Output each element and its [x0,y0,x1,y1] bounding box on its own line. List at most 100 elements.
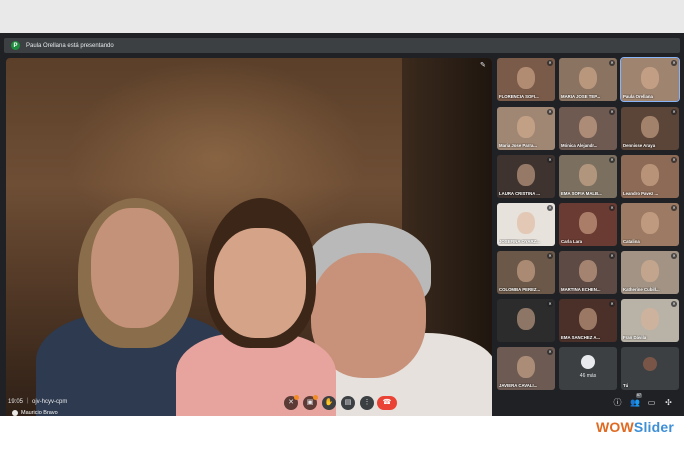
person-woman-face [91,208,179,328]
participant-tile[interactable]: ✕ Maria Jose Parra... [497,107,555,150]
participant-tile[interactable]: ✕ MARTINA ECHEN... [559,251,617,294]
people-button[interactable]: 👥 [630,398,640,407]
presenter-avatar: P [11,41,20,50]
participant-face [517,356,535,378]
mic-muted-icon: ✕ [547,109,553,115]
participant-name: Catalina [623,239,640,244]
participant-name: Dennisse Araya [623,143,656,148]
present-screen-icon: ▤ [344,399,352,406]
mic-muted-icon: ✕ [609,157,615,163]
participant-face [641,308,659,330]
participant-face [641,260,659,282]
participant-name: MARIA JOSE TEP... [561,94,601,99]
mic-muted-icon: ✕ [547,253,553,259]
participant-tile[interactable]: ✕ Catalina [621,203,679,246]
participant-face [517,164,535,186]
participant-face [641,67,659,89]
mic-muted-icon: ✕ [671,205,677,211]
participant-tile[interactable]: ✕ JOSEFINA OYARZ... [497,203,555,246]
participant-tile[interactable]: ✕ MARIA JOSE TEP... [559,58,617,101]
participant-name: EMA SANCHEZ A... [561,335,601,340]
participant-tile[interactable]: ✕ LAURA CRISTINA ... [497,155,555,198]
participant-name: MARTINA ECHEN... [561,287,601,292]
participant-name: Maria Jose Parra... [499,143,537,148]
participant-tile[interactable]: ✕ FLORENCIA SOFI... [497,58,555,101]
participant-tile[interactable]: ✕ COLOMBA PEREZ... [497,251,555,294]
self-avatar [643,357,657,371]
camera-off-icon: ▣ [306,399,314,406]
participant-face [517,212,535,234]
participant-tile[interactable]: ✕ Fran Dávila [621,299,679,342]
participant-tile[interactable]: ✕ Leandro Pavez ... [621,155,679,198]
raise-hand-button[interactable]: ✋ [322,396,336,410]
participant-face [579,212,597,234]
participant-tile[interactable]: ✕ [497,299,555,342]
participant-name: EMA SOFIA MALB... [561,191,602,196]
participant-name: Leandro Pavez ... [623,191,659,196]
mic-muted-icon: ✕ [609,205,615,211]
meeting-code[interactable]: ojv-hcyv-cpm [32,399,67,405]
camera-toggle-button[interactable]: ▣ [303,395,318,410]
participant-name: JAVIERA CAVALI... [499,383,538,388]
hangup-icon: ☎ [382,399,392,406]
participant-name: JOSEFINA OYARZ... [499,239,540,244]
participant-tile[interactable]: ✕ Carla Lara [559,203,617,246]
mic-muted-icon: ✕ [671,253,677,259]
participant-face [641,116,659,138]
present-screen-button[interactable]: ▤ [341,396,355,410]
controls-divider: | [27,398,29,404]
mic-muted-icon: ✕ [671,60,677,66]
participant-face [579,308,597,330]
participant-face [579,260,597,282]
participant-name: Fran Dávila [623,335,647,340]
participant-face [579,116,597,138]
more-participants-tile[interactable]: 46 más [559,347,617,390]
mic-toggle-button[interactable]: ✕ [284,395,299,410]
participant-name: Paula Orellana [623,94,653,99]
participant-tile[interactable]: ✕ Katherine Cubill... [621,251,679,294]
chat-button[interactable]: ▭ [647,398,656,407]
participant-name: LAURA CRISTINA ... [499,191,540,196]
meet-window: P Paula Orellana está presentando ✎ Maur… [0,33,684,420]
mic-muted-icon: ✕ [609,301,615,307]
wowslider-watermark: WOWSlider [596,419,674,435]
more-participants-text: 46 más [579,373,597,379]
participant-name: FLORENCIA SOFI... [499,94,539,99]
top-margin [0,0,684,33]
participant-tile[interactable]: ✕ EMA SOFIA MALB... [559,155,617,198]
more-vert-icon: ⋮ [363,399,371,406]
participant-grid: 46 más Tú ✕ FLORENCIA SOFI... ✕ MARIA JOSE … [497,57,680,390]
mic-off-icon: ✕ [288,399,294,406]
participant-name: Mónica Alejandr... [561,143,598,148]
watermark-slider: Slider [633,419,675,435]
main-speaker-video[interactable]: ✎ Mauricio Bravo [6,58,492,420]
participant-face [579,67,597,89]
pin-icon[interactable]: ✎ [480,62,486,69]
hangup-button[interactable]: ☎ [377,396,397,410]
self-view-tile[interactable]: Tú [621,347,679,390]
participant-tile[interactable]: ✕ Paula Orellana [620,57,680,102]
activities-button[interactable]: ✣ [664,398,673,407]
mic-muted-icon: ✕ [547,60,553,66]
participant-tile[interactable]: ✕ Mónica Alejandr... [559,107,617,150]
mic-muted-icon: ✕ [609,253,615,259]
participant-tile[interactable]: ✕ JAVIERA CAVALI... [497,347,555,390]
person-girl-face [214,228,306,338]
participant-tile[interactable]: ✕ EMA SANCHEZ A... [559,299,617,342]
watermark-wow: WOW [596,419,634,435]
meeting-info-button[interactable]: ⓘ [613,398,622,407]
mic-muted-icon: ✕ [547,205,553,211]
more-options-button[interactable]: ⋮ [360,396,374,410]
mic-muted-icon: ✕ [609,109,615,115]
bottom-margin: WOWSlider [0,416,684,450]
people-icon: 👥 [630,398,640,407]
participant-face [517,67,535,89]
participant-face [517,260,535,282]
participant-name: COLOMBA PEREZ... [499,287,541,292]
presenting-banner[interactable]: P Paula Orellana está presentando [4,38,680,53]
mic-muted-icon: ✕ [671,157,677,163]
participant-tile[interactable]: ✕ Dennisse Araya [621,107,679,150]
more-avatar [581,355,595,369]
mic-muted-icon: ✕ [547,301,553,307]
participant-count-badge: 67 [636,393,642,398]
